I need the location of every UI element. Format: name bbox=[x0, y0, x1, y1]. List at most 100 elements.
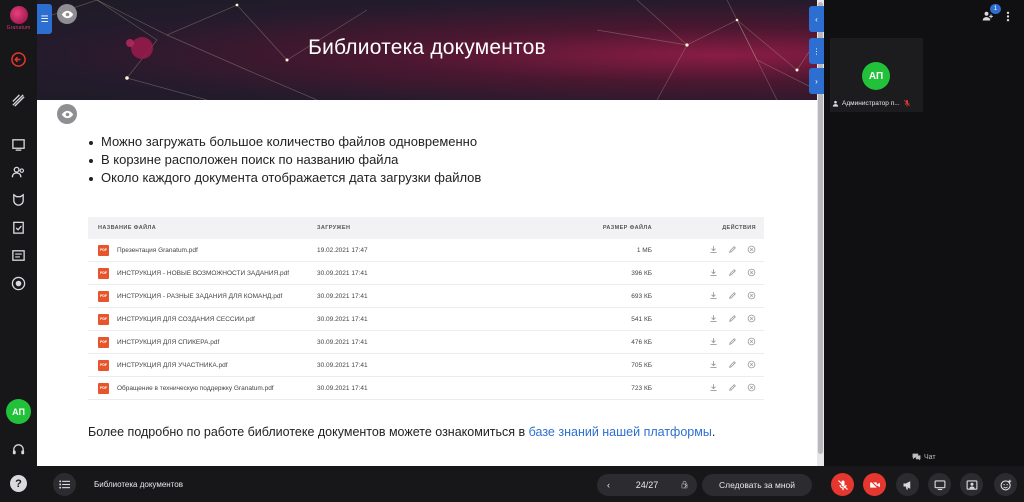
lock-icon[interactable] bbox=[681, 480, 688, 491]
slide-menu-button[interactable]: ☰ bbox=[37, 4, 52, 34]
file-size: 705 КБ bbox=[631, 361, 652, 369]
record-icon[interactable] bbox=[10, 275, 27, 292]
game-icon[interactable] bbox=[10, 191, 27, 208]
notes-icon[interactable] bbox=[10, 247, 27, 264]
table-row[interactable]: PDF ИНСТРУКЦИЯ - РАЗНЫЕ ЗАДАНИЯ ДЛЯ КОМАН… bbox=[88, 285, 764, 308]
chat-toggle[interactable]: Чат bbox=[912, 453, 936, 461]
download-icon[interactable] bbox=[709, 268, 718, 279]
document-title: Библиотека документов bbox=[94, 480, 183, 489]
table-row[interactable]: PDF ИНСТРУКЦИЯ - НОВЫЕ ВОЗМОЖНОСТИ ЗАДАНИ… bbox=[88, 262, 764, 285]
file-name-cell: PDF ИНСТРУКЦИЯ ДЛЯ СПИКЕРА.pdf bbox=[88, 336, 317, 348]
delete-icon[interactable] bbox=[747, 314, 756, 325]
delete-icon[interactable] bbox=[747, 383, 756, 394]
delete-icon[interactable] bbox=[747, 337, 756, 348]
slides-list-button[interactable] bbox=[53, 473, 76, 496]
user-avatar[interactable]: АП bbox=[6, 399, 31, 424]
edit-icon[interactable] bbox=[728, 291, 737, 302]
delete-icon[interactable] bbox=[747, 360, 756, 371]
download-icon[interactable] bbox=[709, 360, 718, 371]
more-options-icon[interactable] bbox=[1006, 11, 1010, 22]
header-name: НАЗВАНИЕ ФАЙЛА bbox=[98, 225, 157, 231]
edit-icon[interactable] bbox=[728, 245, 737, 256]
pdf-icon: PDF bbox=[98, 290, 109, 302]
reactions-button[interactable] bbox=[994, 473, 1017, 496]
file-name[interactable]: ИНСТРУКЦИЯ ДЛЯ УЧАСТНИКА.pdf bbox=[117, 362, 228, 369]
bullet-list: Можно загружать большое количество файло… bbox=[89, 133, 481, 187]
pdf-icon: PDF bbox=[98, 313, 109, 325]
settings-tab-button[interactable]: ⋮ bbox=[809, 38, 824, 64]
pdf-icon: PDF bbox=[98, 382, 109, 394]
download-icon[interactable] bbox=[709, 291, 718, 302]
bullet-item: Около каждого документа отображается дат… bbox=[89, 169, 481, 187]
file-name[interactable]: ИНСТРУКЦИЯ - РАЗНЫЕ ЗАДАНИЯ ДЛЯ КОМАНД.p… bbox=[117, 293, 282, 300]
pdf-icon: PDF bbox=[98, 244, 109, 256]
table-body: PDF Презентация Granatum.pdf 19.02.2021 17… bbox=[88, 239, 764, 400]
expand-panel-button[interactable]: › bbox=[809, 68, 824, 94]
camera-toggle-button[interactable] bbox=[863, 473, 886, 496]
header-size: РАЗМЕР ФАЙЛА bbox=[602, 225, 652, 231]
tasks-icon[interactable] bbox=[10, 219, 27, 236]
table-row[interactable]: PDF Презентация Granatum.pdf 19.02.2021 17… bbox=[88, 239, 764, 262]
edit-icon[interactable] bbox=[728, 383, 737, 394]
person-frame-icon bbox=[966, 479, 977, 490]
bullet-item: Можно загружать большое количество файло… bbox=[89, 133, 481, 151]
exit-icon[interactable] bbox=[10, 51, 27, 68]
delete-icon[interactable] bbox=[747, 245, 756, 256]
download-icon[interactable] bbox=[709, 245, 718, 256]
chat-icon bbox=[912, 453, 921, 461]
header-actions: ДЕЙСТВИЯ bbox=[722, 225, 756, 231]
slide-viewer: Библиотека документов ☰ Можно загружать … bbox=[37, 0, 817, 466]
prev-page-button[interactable]: ‹ bbox=[607, 480, 610, 490]
header-uploaded: ЗАГРУЖЕН bbox=[317, 225, 351, 231]
file-size: 476 КБ bbox=[631, 338, 652, 346]
broadcast-button[interactable] bbox=[896, 473, 919, 496]
delete-icon[interactable] bbox=[747, 268, 756, 279]
bullet-item: В корзине расположен поиск по названию ф… bbox=[89, 151, 481, 169]
download-icon[interactable] bbox=[709, 314, 718, 325]
users-icon[interactable] bbox=[10, 164, 27, 181]
whiteboard-icon[interactable] bbox=[10, 92, 27, 109]
mic-off-icon bbox=[903, 99, 910, 107]
table-row[interactable]: PDF ИНСТРУКЦИЯ ДЛЯ СОЗДАНИЯ СЕССИИ.pdf 30.… bbox=[88, 308, 764, 331]
file-name-cell: PDF ИНСТРУКЦИЯ - НОВЫЕ ВОЗМОЖНОСТИ ЗАДАНИ… bbox=[88, 267, 317, 279]
file-name[interactable]: ИНСТРУКЦИЯ ДЛЯ СОЗДАНИЯ СЕССИИ.pdf bbox=[117, 316, 255, 323]
edit-icon[interactable] bbox=[728, 314, 737, 325]
camera-view-button[interactable] bbox=[960, 473, 983, 496]
mic-off-icon bbox=[837, 479, 848, 490]
row-actions bbox=[662, 337, 764, 348]
brand-name: Granatum bbox=[6, 25, 31, 31]
eye-icon[interactable] bbox=[57, 4, 77, 24]
pdf-icon: PDF bbox=[98, 359, 109, 371]
file-name[interactable]: ИНСТРУКЦИЯ - НОВЫЕ ВОЗМОЖНОСТИ ЗАДАНИЯ.p… bbox=[117, 270, 289, 277]
download-icon[interactable] bbox=[709, 383, 718, 394]
follow-me-button[interactable]: Следовать за мной bbox=[702, 474, 812, 496]
mic-toggle-button[interactable] bbox=[831, 473, 854, 496]
upload-date: 30.09.2021 17:41 bbox=[317, 292, 368, 300]
file-name-cell: PDF Презентация Granatum.pdf bbox=[88, 244, 317, 256]
file-name[interactable]: Обращение в техническую поддержку Granat… bbox=[117, 385, 274, 392]
knowledge-base-link[interactable]: базе знаний нашей платформы bbox=[529, 425, 712, 439]
row-actions bbox=[662, 360, 764, 371]
screen-share-button[interactable] bbox=[928, 473, 951, 496]
file-name[interactable]: Презентация Granatum.pdf bbox=[117, 247, 198, 254]
edit-icon[interactable] bbox=[728, 337, 737, 348]
table-header: НАЗВАНИЕ ФАЙЛА ЗАГРУЖЕН РАЗМЕР ФАЙЛА ДЕЙ… bbox=[88, 217, 764, 239]
help-icon[interactable]: ? bbox=[10, 475, 27, 492]
table-row[interactable]: PDF ИНСТРУКЦИЯ ДЛЯ СПИКЕРА.pdf 30.09.2021 … bbox=[88, 331, 764, 354]
edit-icon[interactable] bbox=[728, 360, 737, 371]
download-icon[interactable] bbox=[709, 337, 718, 348]
slide-title: Библиотека документов bbox=[308, 36, 546, 59]
brand-logo: Granatum bbox=[3, 6, 34, 31]
edit-icon[interactable] bbox=[728, 268, 737, 279]
table-row[interactable]: PDF Обращение в техническую поддержку Gra… bbox=[88, 377, 764, 400]
eye-icon[interactable] bbox=[57, 104, 77, 124]
file-name[interactable]: ИНСТРУКЦИЯ ДЛЯ СПИКЕРА.pdf bbox=[117, 339, 219, 346]
participants-count-badge: 1 bbox=[990, 4, 1001, 14]
delete-icon[interactable] bbox=[747, 291, 756, 302]
collapse-panel-button[interactable]: ‹ bbox=[809, 6, 824, 32]
monitor-icon bbox=[934, 479, 945, 490]
table-row[interactable]: PDF ИНСТРУКЦИЯ ДЛЯ УЧАСТНИКА.pdf 30.09.202… bbox=[88, 354, 764, 377]
support-icon[interactable] bbox=[10, 441, 27, 458]
presentation-icon[interactable] bbox=[10, 136, 27, 153]
participant-tile[interactable]: АП Администратор п... bbox=[830, 38, 923, 112]
